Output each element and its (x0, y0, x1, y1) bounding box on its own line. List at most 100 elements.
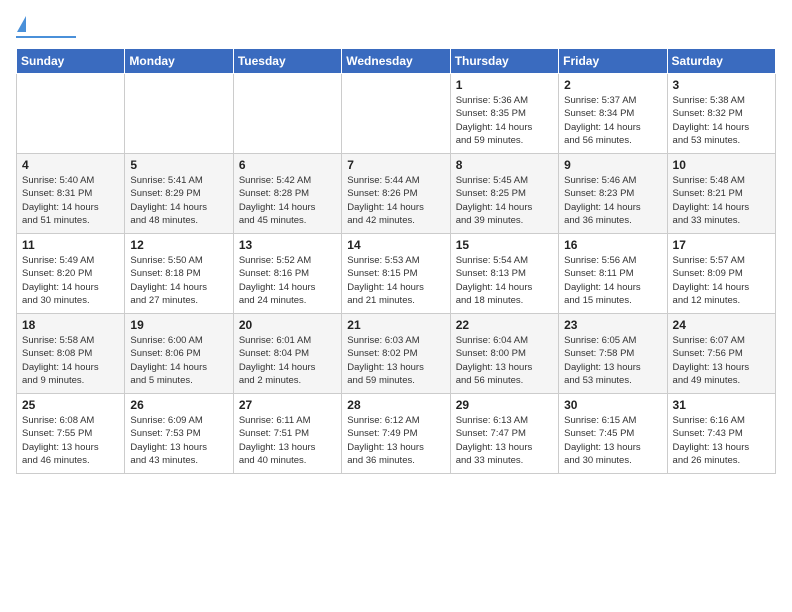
day-cell: 9 Sunrise: 5:46 AMSunset: 8:23 PMDaylight… (559, 154, 667, 234)
day-number: 31 (673, 398, 770, 412)
day-number: 9 (564, 158, 661, 172)
day-cell: 20 Sunrise: 6:01 AMSunset: 8:04 PMDayligh… (233, 314, 341, 394)
week-row-2: 4 Sunrise: 5:40 AMSunset: 8:31 PMDaylight… (17, 154, 776, 234)
day-cell: 26 Sunrise: 6:09 AMSunset: 7:53 PMDayligh… (125, 394, 233, 474)
day-number: 26 (130, 398, 227, 412)
day-number: 18 (22, 318, 119, 332)
day-info: Sunrise: 6:04 AMSunset: 8:00 PMDaylight:… (456, 334, 553, 387)
day-info: Sunrise: 6:13 AMSunset: 7:47 PMDaylight:… (456, 414, 553, 467)
day-cell: 28 Sunrise: 6:12 AMSunset: 7:49 PMDayligh… (342, 394, 450, 474)
day-info: Sunrise: 6:08 AMSunset: 7:55 PMDaylight:… (22, 414, 119, 467)
day-number: 15 (456, 238, 553, 252)
col-header-thursday: Thursday (450, 49, 558, 74)
day-number: 17 (673, 238, 770, 252)
col-header-tuesday: Tuesday (233, 49, 341, 74)
day-cell: 12 Sunrise: 5:50 AMSunset: 8:18 PMDayligh… (125, 234, 233, 314)
day-number: 22 (456, 318, 553, 332)
day-cell: 19 Sunrise: 6:00 AMSunset: 8:06 PMDayligh… (125, 314, 233, 394)
day-cell: 1 Sunrise: 5:36 AMSunset: 8:35 PMDaylight… (450, 74, 558, 154)
week-row-3: 11 Sunrise: 5:49 AMSunset: 8:20 PMDayligh… (17, 234, 776, 314)
day-cell: 25Sunrise: 6:08 AMSunset: 7:55 PMDayligh… (17, 394, 125, 474)
day-number: 1 (456, 78, 553, 92)
day-number: 16 (564, 238, 661, 252)
col-header-wednesday: Wednesday (342, 49, 450, 74)
day-info: Sunrise: 5:49 AMSunset: 8:20 PMDaylight:… (22, 254, 119, 307)
day-number: 11 (22, 238, 119, 252)
day-info: Sunrise: 6:09 AMSunset: 7:53 PMDaylight:… (130, 414, 227, 467)
day-info: Sunrise: 5:36 AMSunset: 8:35 PMDaylight:… (456, 94, 553, 147)
col-header-saturday: Saturday (667, 49, 775, 74)
day-info: Sunrise: 6:16 AMSunset: 7:43 PMDaylight:… (673, 414, 770, 467)
day-number: 8 (456, 158, 553, 172)
day-cell: 5 Sunrise: 5:41 AMSunset: 8:29 PMDaylight… (125, 154, 233, 234)
day-number: 7 (347, 158, 444, 172)
day-cell: 22 Sunrise: 6:04 AMSunset: 8:00 PMDayligh… (450, 314, 558, 394)
day-info: Sunrise: 5:41 AMSunset: 8:29 PMDaylight:… (130, 174, 227, 227)
week-row-1: 1 Sunrise: 5:36 AMSunset: 8:35 PMDaylight… (17, 74, 776, 154)
day-cell: 29 Sunrise: 6:13 AMSunset: 7:47 PMDayligh… (450, 394, 558, 474)
day-info: Sunrise: 5:54 AMSunset: 8:13 PMDaylight:… (456, 254, 553, 307)
col-header-monday: Monday (125, 49, 233, 74)
day-cell: 8 Sunrise: 5:45 AMSunset: 8:25 PMDaylight… (450, 154, 558, 234)
day-info: Sunrise: 5:53 AMSunset: 8:15 PMDaylight:… (347, 254, 444, 307)
day-cell: 18 Sunrise: 5:58 AMSunset: 8:08 PMDayligh… (17, 314, 125, 394)
day-number: 6 (239, 158, 336, 172)
day-cell: 6Sunrise: 5:42 AMSunset: 8:28 PMDaylight… (233, 154, 341, 234)
day-info: Sunrise: 6:05 AMSunset: 7:58 PMDaylight:… (564, 334, 661, 387)
day-info: Sunrise: 5:37 AMSunset: 8:34 PMDaylight:… (564, 94, 661, 147)
day-number: 21 (347, 318, 444, 332)
day-number: 20 (239, 318, 336, 332)
day-cell: 30Sunrise: 6:15 AMSunset: 7:45 PMDayligh… (559, 394, 667, 474)
day-cell: 17 Sunrise: 5:57 AMSunset: 8:09 PMDayligh… (667, 234, 775, 314)
day-info: Sunrise: 6:12 AMSunset: 7:49 PMDaylight:… (347, 414, 444, 467)
day-info: Sunrise: 5:48 AMSunset: 8:21 PMDaylight:… (673, 174, 770, 227)
day-cell: 23 Sunrise: 6:05 AMSunset: 7:58 PMDayligh… (559, 314, 667, 394)
day-cell (125, 74, 233, 154)
day-number: 27 (239, 398, 336, 412)
logo (16, 16, 76, 38)
day-info: Sunrise: 5:44 AMSunset: 8:26 PMDaylight:… (347, 174, 444, 227)
day-cell: 13Sunrise: 5:52 AMSunset: 8:16 PMDayligh… (233, 234, 341, 314)
day-info: Sunrise: 5:40 AMSunset: 8:31 PMDaylight:… (22, 174, 119, 227)
day-number: 12 (130, 238, 227, 252)
day-cell (233, 74, 341, 154)
day-info: Sunrise: 5:45 AMSunset: 8:25 PMDaylight:… (456, 174, 553, 227)
day-cell: 15 Sunrise: 5:54 AMSunset: 8:13 PMDayligh… (450, 234, 558, 314)
day-cell: 16Sunrise: 5:56 AMSunset: 8:11 PMDayligh… (559, 234, 667, 314)
day-info: Sunrise: 5:50 AMSunset: 8:18 PMDaylight:… (130, 254, 227, 307)
day-info: Sunrise: 5:46 AMSunset: 8:23 PMDaylight:… (564, 174, 661, 227)
day-info: Sunrise: 6:03 AMSunset: 8:02 PMDaylight:… (347, 334, 444, 387)
day-number: 10 (673, 158, 770, 172)
day-number: 19 (130, 318, 227, 332)
day-number: 23 (564, 318, 661, 332)
day-cell: 10 Sunrise: 5:48 AMSunset: 8:21 PMDayligh… (667, 154, 775, 234)
day-info: Sunrise: 5:57 AMSunset: 8:09 PMDaylight:… (673, 254, 770, 307)
week-row-5: 25Sunrise: 6:08 AMSunset: 7:55 PMDayligh… (17, 394, 776, 474)
day-cell: 2Sunrise: 5:37 AMSunset: 8:34 PMDaylight… (559, 74, 667, 154)
day-cell (342, 74, 450, 154)
day-cell: 7 Sunrise: 5:44 AMSunset: 8:26 PMDaylight… (342, 154, 450, 234)
day-number: 5 (130, 158, 227, 172)
day-number: 28 (347, 398, 444, 412)
page-header (16, 16, 776, 38)
day-cell: 27Sunrise: 6:11 AMSunset: 7:51 PMDayligh… (233, 394, 341, 474)
day-cell: 3Sunrise: 5:38 AMSunset: 8:32 PMDaylight… (667, 74, 775, 154)
day-number: 4 (22, 158, 119, 172)
day-cell: 24Sunrise: 6:07 AMSunset: 7:56 PMDayligh… (667, 314, 775, 394)
day-number: 3 (673, 78, 770, 92)
day-info: Sunrise: 6:01 AMSunset: 8:04 PMDaylight:… (239, 334, 336, 387)
day-cell (17, 74, 125, 154)
week-row-4: 18 Sunrise: 5:58 AMSunset: 8:08 PMDayligh… (17, 314, 776, 394)
col-header-friday: Friday (559, 49, 667, 74)
day-number: 14 (347, 238, 444, 252)
day-cell: 31 Sunrise: 6:16 AMSunset: 7:43 PMDayligh… (667, 394, 775, 474)
day-number: 24 (673, 318, 770, 332)
day-cell: 11 Sunrise: 5:49 AMSunset: 8:20 PMDayligh… (17, 234, 125, 314)
day-info: Sunrise: 6:15 AMSunset: 7:45 PMDaylight:… (564, 414, 661, 467)
day-number: 29 (456, 398, 553, 412)
day-number: 13 (239, 238, 336, 252)
col-header-sunday: Sunday (17, 49, 125, 74)
day-cell: 21 Sunrise: 6:03 AMSunset: 8:02 PMDayligh… (342, 314, 450, 394)
day-info: Sunrise: 5:58 AMSunset: 8:08 PMDaylight:… (22, 334, 119, 387)
day-info: Sunrise: 6:00 AMSunset: 8:06 PMDaylight:… (130, 334, 227, 387)
